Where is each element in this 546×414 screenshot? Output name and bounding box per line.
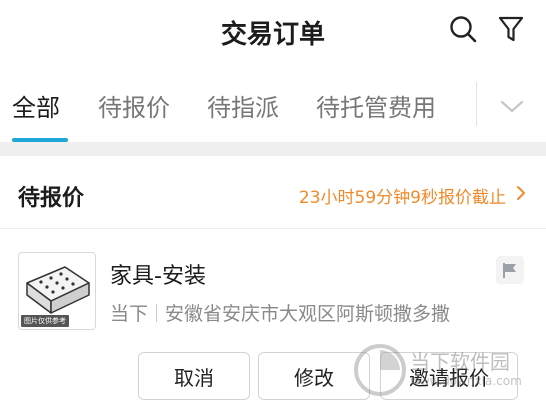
filter-icon[interactable] xyxy=(494,12,528,46)
order-status-title: 待报价 xyxy=(18,186,85,211)
tab-pending-quote[interactable]: 待报价 xyxy=(98,88,170,123)
flag-icon[interactable] xyxy=(496,256,524,284)
order-title[interactable]: 家具-安装 xyxy=(110,258,206,290)
quote-deadline: 23小时59分钟9秒报价截止 xyxy=(298,188,506,208)
section-gap xyxy=(0,142,546,156)
chevron-down-icon[interactable] xyxy=(496,90,528,122)
invite-quote-button[interactable]: 邀请报价 xyxy=(380,352,518,400)
tab-pending-assign[interactable]: 待指派 xyxy=(207,88,279,123)
search-icon[interactable] xyxy=(446,12,480,46)
top-bar: 交易订单 xyxy=(0,0,546,62)
modify-button[interactable]: 修改 xyxy=(258,352,370,400)
tabs-divider xyxy=(476,82,477,126)
thumbnail-caption: 图片仅供参考 xyxy=(21,315,69,327)
meta-divider xyxy=(156,304,158,322)
tab-all[interactable]: 全部 xyxy=(12,88,60,123)
order-time: 当下 xyxy=(110,303,149,325)
order-address: 安徽省安庆市大观区阿斯顿撒多撒 xyxy=(165,303,451,325)
order-section-header[interactable]: 待报价 23小时59分钟9秒报价截止 xyxy=(0,156,546,229)
status-tabs: 全部 待报价 待指派 待托管费用 xyxy=(0,72,546,142)
cancel-button[interactable]: 取消 xyxy=(138,352,250,400)
tab-pending-escrow[interactable]: 待托管费用 xyxy=(316,88,436,123)
order-thumbnail[interactable]: 图片仅供参考 xyxy=(18,252,96,330)
chevron-right-icon xyxy=(514,184,528,202)
order-meta: 当下 安徽省安庆市大观区阿斯顿撒多撒 xyxy=(110,299,450,326)
